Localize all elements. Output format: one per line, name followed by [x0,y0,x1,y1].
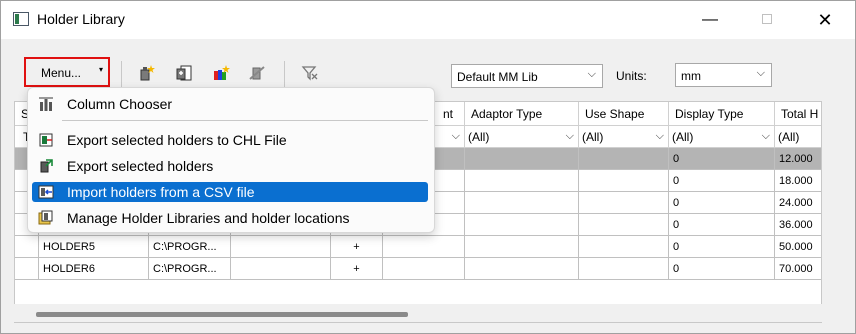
total-h-cell: 24.000 [775,192,821,214]
menu-item-export-holders[interactable]: Export selected holders [32,156,428,176]
chevron-down-icon: ⌵ [655,130,664,142]
chevron-down-icon: ▾ [99,65,104,74]
display-type-cell: 0 [669,258,775,280]
menu-item-export-chl[interactable]: Export selected holders to CHL File [32,130,428,150]
filter-adaptor-type[interactable]: (All) ⌵ [465,126,579,148]
clear-filter-icon[interactable] [301,64,319,82]
menu-button-label: Menu... [41,66,82,80]
use-shape-cell [579,148,669,170]
units-label: Units: [616,69,647,83]
column-header-display-type[interactable]: Display Type [669,102,775,126]
menu-separator [62,120,428,121]
display-type-cell: 0 [669,214,775,236]
expand-cell[interactable]: + [331,258,383,280]
menu-item-label: Column Chooser [67,96,173,112]
library-select-value: Default MM Lib [457,70,538,84]
delete-holder-icon[interactable] [248,64,266,82]
holder-library-window: Holder Library — ✕ Menu... ▾ Default MM … [0,0,856,334]
use-shape-cell [579,192,669,214]
filter-value: (All) [672,130,694,144]
name-cell: HOLDER6 [39,258,149,280]
filter-use-shape[interactable]: (All) ⌵ [579,126,669,148]
adaptor-type-cell [465,170,579,192]
row-marker [15,258,39,280]
column-header-total-h[interactable]: Total H [775,102,821,126]
menu-item-column-chooser[interactable]: Column Chooser [32,94,428,114]
use-shape-cell [579,258,669,280]
scrollbar-thumb[interactable] [36,312,408,317]
chevron-down-icon: ⌵ [756,67,765,79]
expand-cell[interactable]: + [331,236,383,258]
import-csv-icon [38,185,54,199]
units-select[interactable]: mm ⌵ [675,63,772,87]
window-title: Holder Library [37,11,125,27]
menu-item-import-csv[interactable]: Import holders from a CSV file [32,182,428,202]
toolbar-separator [284,61,285,87]
total-h-cell: 70.000 [775,258,821,280]
adaptor-type-cell [465,192,579,214]
app-icon [13,12,29,26]
maximize-icon [762,14,772,24]
filter-total-h[interactable]: (All) [775,126,821,148]
export-holders-icon [40,159,53,173]
units-select-value: mm [681,69,701,83]
table-cell [383,258,465,280]
total-h-cell: 36.000 [775,214,821,236]
export-chl-icon [39,133,53,147]
adaptor-type-cell [465,258,579,280]
total-h-cell: 50.000 [775,236,821,258]
column-header-adaptor-type[interactable]: Adaptor Type [465,102,579,126]
manage-libraries-icon [38,210,53,225]
maximize-button[interactable] [756,9,778,31]
total-h-cell: 18.000 [775,170,821,192]
chevron-down-icon: ⌵ [565,130,574,142]
use-shape-cell [579,214,669,236]
name-cell: HOLDER5 [39,236,149,258]
filter-display-type[interactable]: (All) ⌵ [669,126,775,148]
copy-holder-icon[interactable] [175,64,193,82]
table-cell [231,236,331,258]
minimize-button[interactable]: — [699,9,721,31]
display-type-cell: 0 [669,170,775,192]
table-cell [383,236,465,258]
chevron-down-icon: ⌵ [451,130,460,142]
display-type-cell: 0 [669,148,775,170]
adaptor-type-cell [465,148,579,170]
menu-item-label: Manage Holder Libraries and holder locat… [67,210,350,226]
filter-value: (All) [468,130,490,144]
menu-item-label: Import holders from a CSV file [67,184,255,200]
menu-item-label: Export selected holders to CHL File [67,132,287,148]
menu-button[interactable]: Menu... ▾ [24,57,110,87]
adaptor-type-cell [465,236,579,258]
display-type-cell: 0 [669,192,775,214]
column-chooser-icon [39,97,53,111]
column-header-use-shape[interactable]: Use Shape [579,102,669,126]
menu-item-manage-libraries[interactable]: Manage Holder Libraries and holder locat… [32,208,428,228]
filter-value: (All) [778,130,800,144]
horizontal-scrollbar[interactable] [14,304,822,322]
title-bar: Holder Library — ✕ [1,1,855,39]
display-type-cell: 0 [669,236,775,258]
library-select[interactable]: Default MM Lib ⌵ [451,64,603,88]
menu-item-label: Export selected holders [67,158,214,174]
menu-dropdown: Column Chooser Export selected holders t… [27,87,435,233]
adaptor-type-cell [465,214,579,236]
use-shape-cell [579,170,669,192]
row-marker [15,236,39,258]
toolbar-separator [121,61,122,87]
color-holder-icon[interactable] [212,64,230,82]
path-cell: C:\PROGR... [149,236,231,258]
filter-value: (All) [582,130,604,144]
table-cell [231,258,331,280]
path-cell: C:\PROGR... [149,258,231,280]
close-button[interactable]: ✕ [814,9,836,31]
chevron-down-icon: ⌵ [587,68,596,80]
total-h-cell: 12.000 [775,148,821,170]
new-holder-icon[interactable] [138,64,156,82]
use-shape-cell [579,236,669,258]
chevron-down-icon: ⌵ [761,130,770,142]
